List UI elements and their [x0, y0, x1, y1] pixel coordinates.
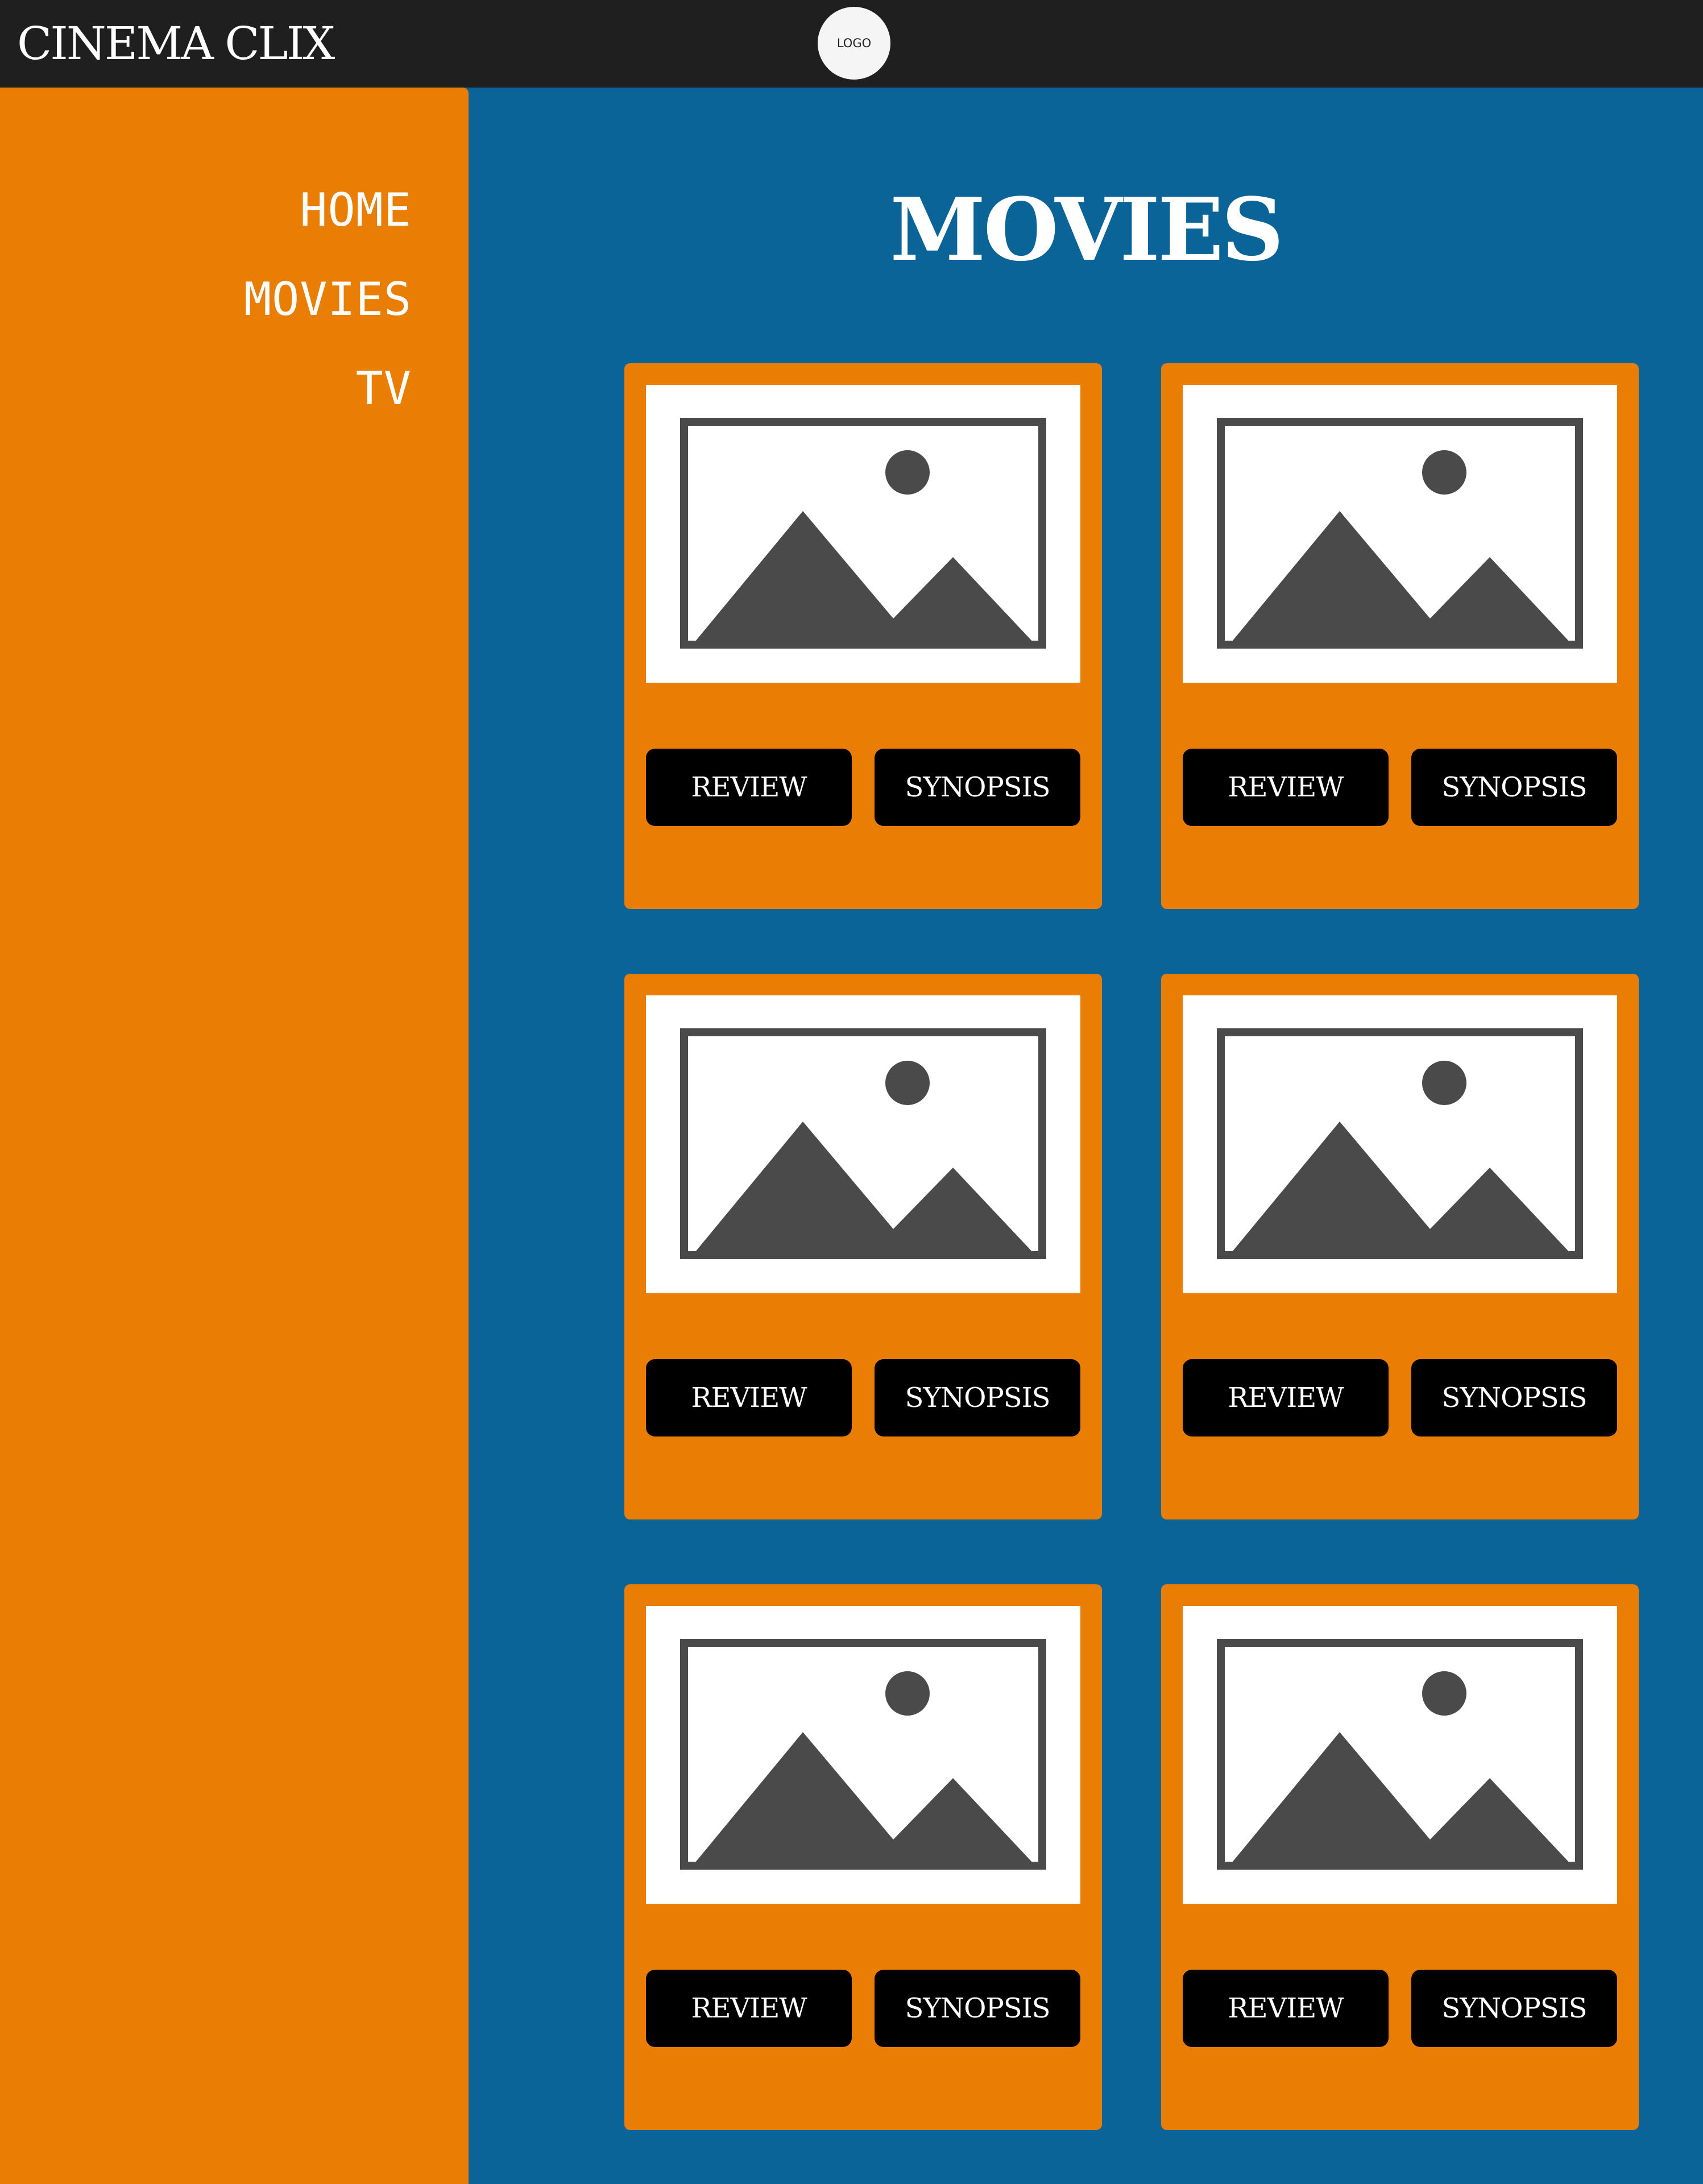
movie-card-1: REVIEW SYNOPSIS [624, 363, 1102, 909]
movie-card-6: REVIEW SYNOPSIS [1161, 1584, 1639, 2130]
image-placeholder-icon [680, 1028, 1046, 1259]
sidebar: HOME MOVIES TV [0, 88, 469, 2184]
movie-poster[interactable] [1183, 995, 1617, 1293]
main-content: MOVIES REVIEW SYNOPSIS REVIEW SYNOPSIS R… [469, 88, 1703, 2184]
movie-card-4: REVIEW SYNOPSIS [1161, 974, 1639, 1519]
movie-poster[interactable] [646, 385, 1080, 683]
image-placeholder-icon [1217, 418, 1583, 649]
top-bar: CINEMA CLIX LOGO [0, 0, 1703, 88]
image-placeholder-icon [1217, 1639, 1583, 1870]
image-placeholder-icon [1217, 1028, 1583, 1259]
synopsis-button[interactable]: SYNOPSIS [1411, 1970, 1617, 2047]
sidebar-item-tv[interactable]: TV [356, 363, 412, 452]
movie-card-3: REVIEW SYNOPSIS [624, 974, 1102, 1519]
page-title: MOVIES [890, 178, 1284, 280]
review-button[interactable]: REVIEW [1183, 1970, 1389, 2047]
sidebar-item-home[interactable]: HOME [300, 184, 412, 273]
review-button[interactable]: REVIEW [646, 749, 852, 826]
brand-title[interactable]: CINEMA CLIX [17, 13, 335, 75]
movie-poster[interactable] [1183, 1606, 1617, 1904]
synopsis-button[interactable]: SYNOPSIS [1411, 1359, 1617, 1436]
movie-poster[interactable] [646, 995, 1080, 1293]
review-button[interactable]: REVIEW [646, 1359, 852, 1436]
movie-card-2: REVIEW SYNOPSIS [1161, 363, 1639, 909]
logo[interactable]: LOGO [818, 7, 890, 80]
review-button[interactable]: REVIEW [1183, 1359, 1389, 1436]
review-button[interactable]: REVIEW [1183, 749, 1389, 826]
synopsis-button[interactable]: SYNOPSIS [875, 1359, 1080, 1436]
synopsis-button[interactable]: SYNOPSIS [875, 1970, 1080, 2047]
movie-poster[interactable] [646, 1606, 1080, 1904]
sidebar-item-movies[interactable]: MOVIES [244, 273, 412, 363]
movie-card-5: REVIEW SYNOPSIS [624, 1584, 1102, 2130]
movie-poster[interactable] [1183, 385, 1617, 683]
review-button[interactable]: REVIEW [646, 1970, 852, 2047]
image-placeholder-icon [680, 1639, 1046, 1870]
logo-text: LOGO [836, 36, 872, 50]
image-placeholder-icon [680, 418, 1046, 649]
sidebar-nav: HOME MOVIES TV [244, 184, 412, 452]
synopsis-button[interactable]: SYNOPSIS [1411, 749, 1617, 826]
synopsis-button[interactable]: SYNOPSIS [875, 749, 1080, 826]
